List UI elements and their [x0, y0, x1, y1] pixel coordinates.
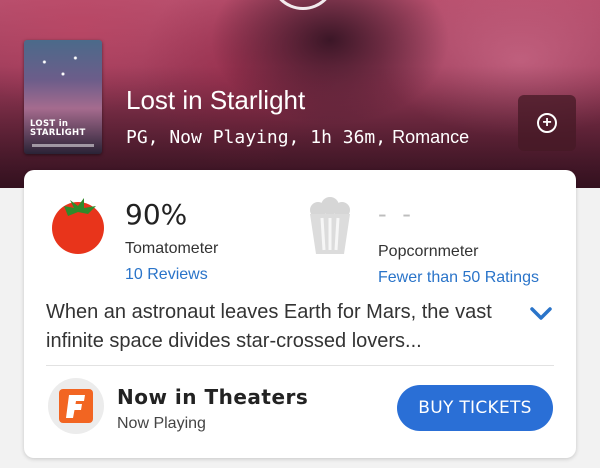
divider — [46, 365, 554, 366]
hero-banner: LOST in STARLIGHT Lost in Starlight PG, … — [0, 0, 600, 188]
movie-poster[interactable]: LOST in STARLIGHT — [24, 40, 102, 154]
movie-meta: PG, Now Playing, 1h 36m, Romance — [126, 127, 469, 148]
ratings-link[interactable]: Fewer than 50 Ratings — [378, 269, 539, 287]
popcorn-bucket-icon — [310, 197, 350, 254]
popcornmeter-label: Popcornmeter — [378, 243, 479, 260]
fandango-logo — [48, 378, 104, 434]
popcornmeter-score: - - — [378, 200, 415, 228]
movie-info-card: 90% Tomatometer 10 Reviews - - Popcornme… — [24, 170, 576, 458]
movie-title: Lost in Starlight — [126, 85, 306, 115]
tomatometer-label: Tomatometer — [125, 240, 219, 257]
theaters-title: Now in Theaters — [117, 385, 309, 409]
tomato-icon — [52, 198, 104, 254]
tomatometer-score: 90% — [125, 198, 188, 231]
plus-circle-icon: + — [537, 113, 557, 133]
buy-tickets-button[interactable]: BUY TICKETS — [397, 385, 553, 431]
synopsis-text[interactable]: When an astronaut leaves Earth for Mars,… — [46, 298, 511, 356]
theaters-subtitle: Now Playing — [117, 415, 206, 432]
fandango-f-icon — [59, 389, 93, 423]
chevron-down-icon[interactable] — [530, 307, 552, 321]
reviews-link[interactable]: 10 Reviews — [125, 266, 208, 284]
movie-genre: Romance — [392, 127, 470, 147]
movie-info: PG, Now Playing, 1h 36m, — [126, 127, 387, 148]
add-to-watchlist-button[interactable]: + — [518, 95, 576, 151]
poster-title: LOST in STARLIGHT — [30, 119, 86, 138]
